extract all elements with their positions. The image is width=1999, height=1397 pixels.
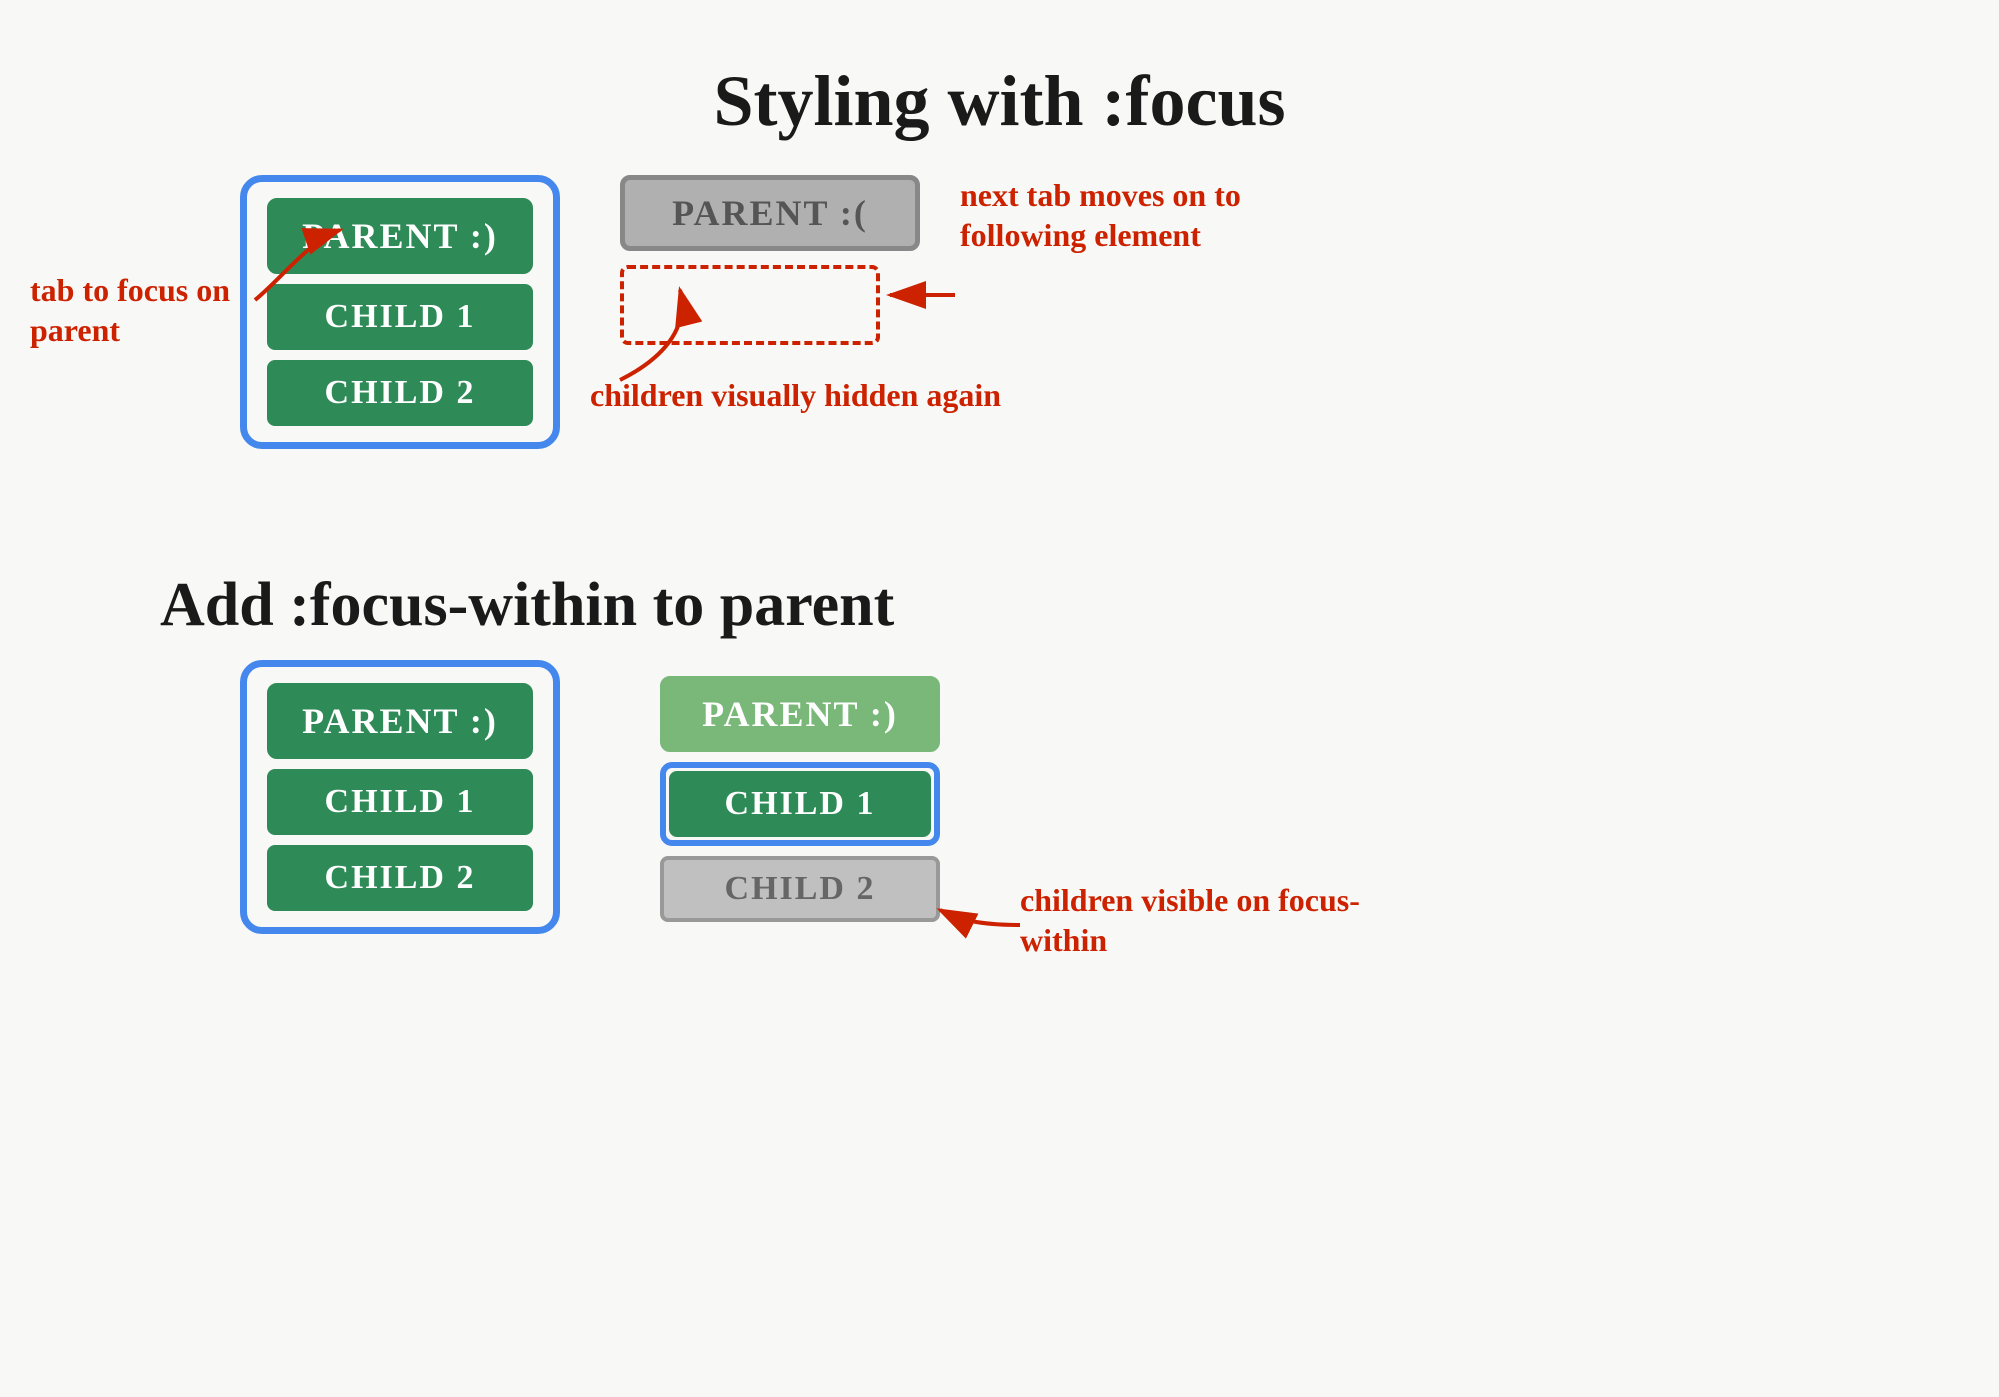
top-left-diagram: PARENT :) CHILD 1 CHILD 2 bbox=[240, 175, 560, 449]
bottom-left-parent: PARENT :) bbox=[267, 683, 533, 759]
bottom-right-child1-focused-wrapper: CHILD 1 bbox=[660, 762, 940, 846]
bottom-left-child2: CHILD 2 bbox=[267, 845, 533, 911]
bottom-left-child1: CHILD 1 bbox=[267, 769, 533, 835]
annotation-next-tab: next tab moves on to following element bbox=[960, 175, 1340, 255]
annotation-children-visible: children visible on focus-within bbox=[1020, 880, 1400, 960]
top-left-child1: CHILD 1 bbox=[267, 284, 533, 350]
top-left-child2: CHILD 2 bbox=[267, 360, 533, 426]
top-right-parent: PARENT :( bbox=[620, 175, 920, 251]
annotation-children-hidden: children visually hidden again bbox=[590, 375, 1020, 415]
bottom-right-child1: CHILD 1 bbox=[669, 771, 931, 837]
top-left-parent: PARENT :) bbox=[267, 198, 533, 274]
main-title: Styling with :focus bbox=[713, 60, 1285, 143]
bottom-left-diagram: PARENT :) CHILD 1 CHILD 2 bbox=[240, 660, 560, 934]
annotation-tab-to-focus: tab to focus on parent bbox=[30, 270, 260, 350]
section2-title: Add :focus-within to parent bbox=[160, 570, 894, 641]
top-right-diagram: PARENT :( bbox=[620, 175, 920, 345]
dashed-hidden-children bbox=[620, 265, 880, 345]
bottom-right-child2: CHILD 2 bbox=[660, 856, 940, 922]
bottom-right-parent: PARENT :) bbox=[660, 676, 940, 752]
bottom-right-diagram: PARENT :) CHILD 1 CHILD 2 bbox=[640, 660, 960, 938]
